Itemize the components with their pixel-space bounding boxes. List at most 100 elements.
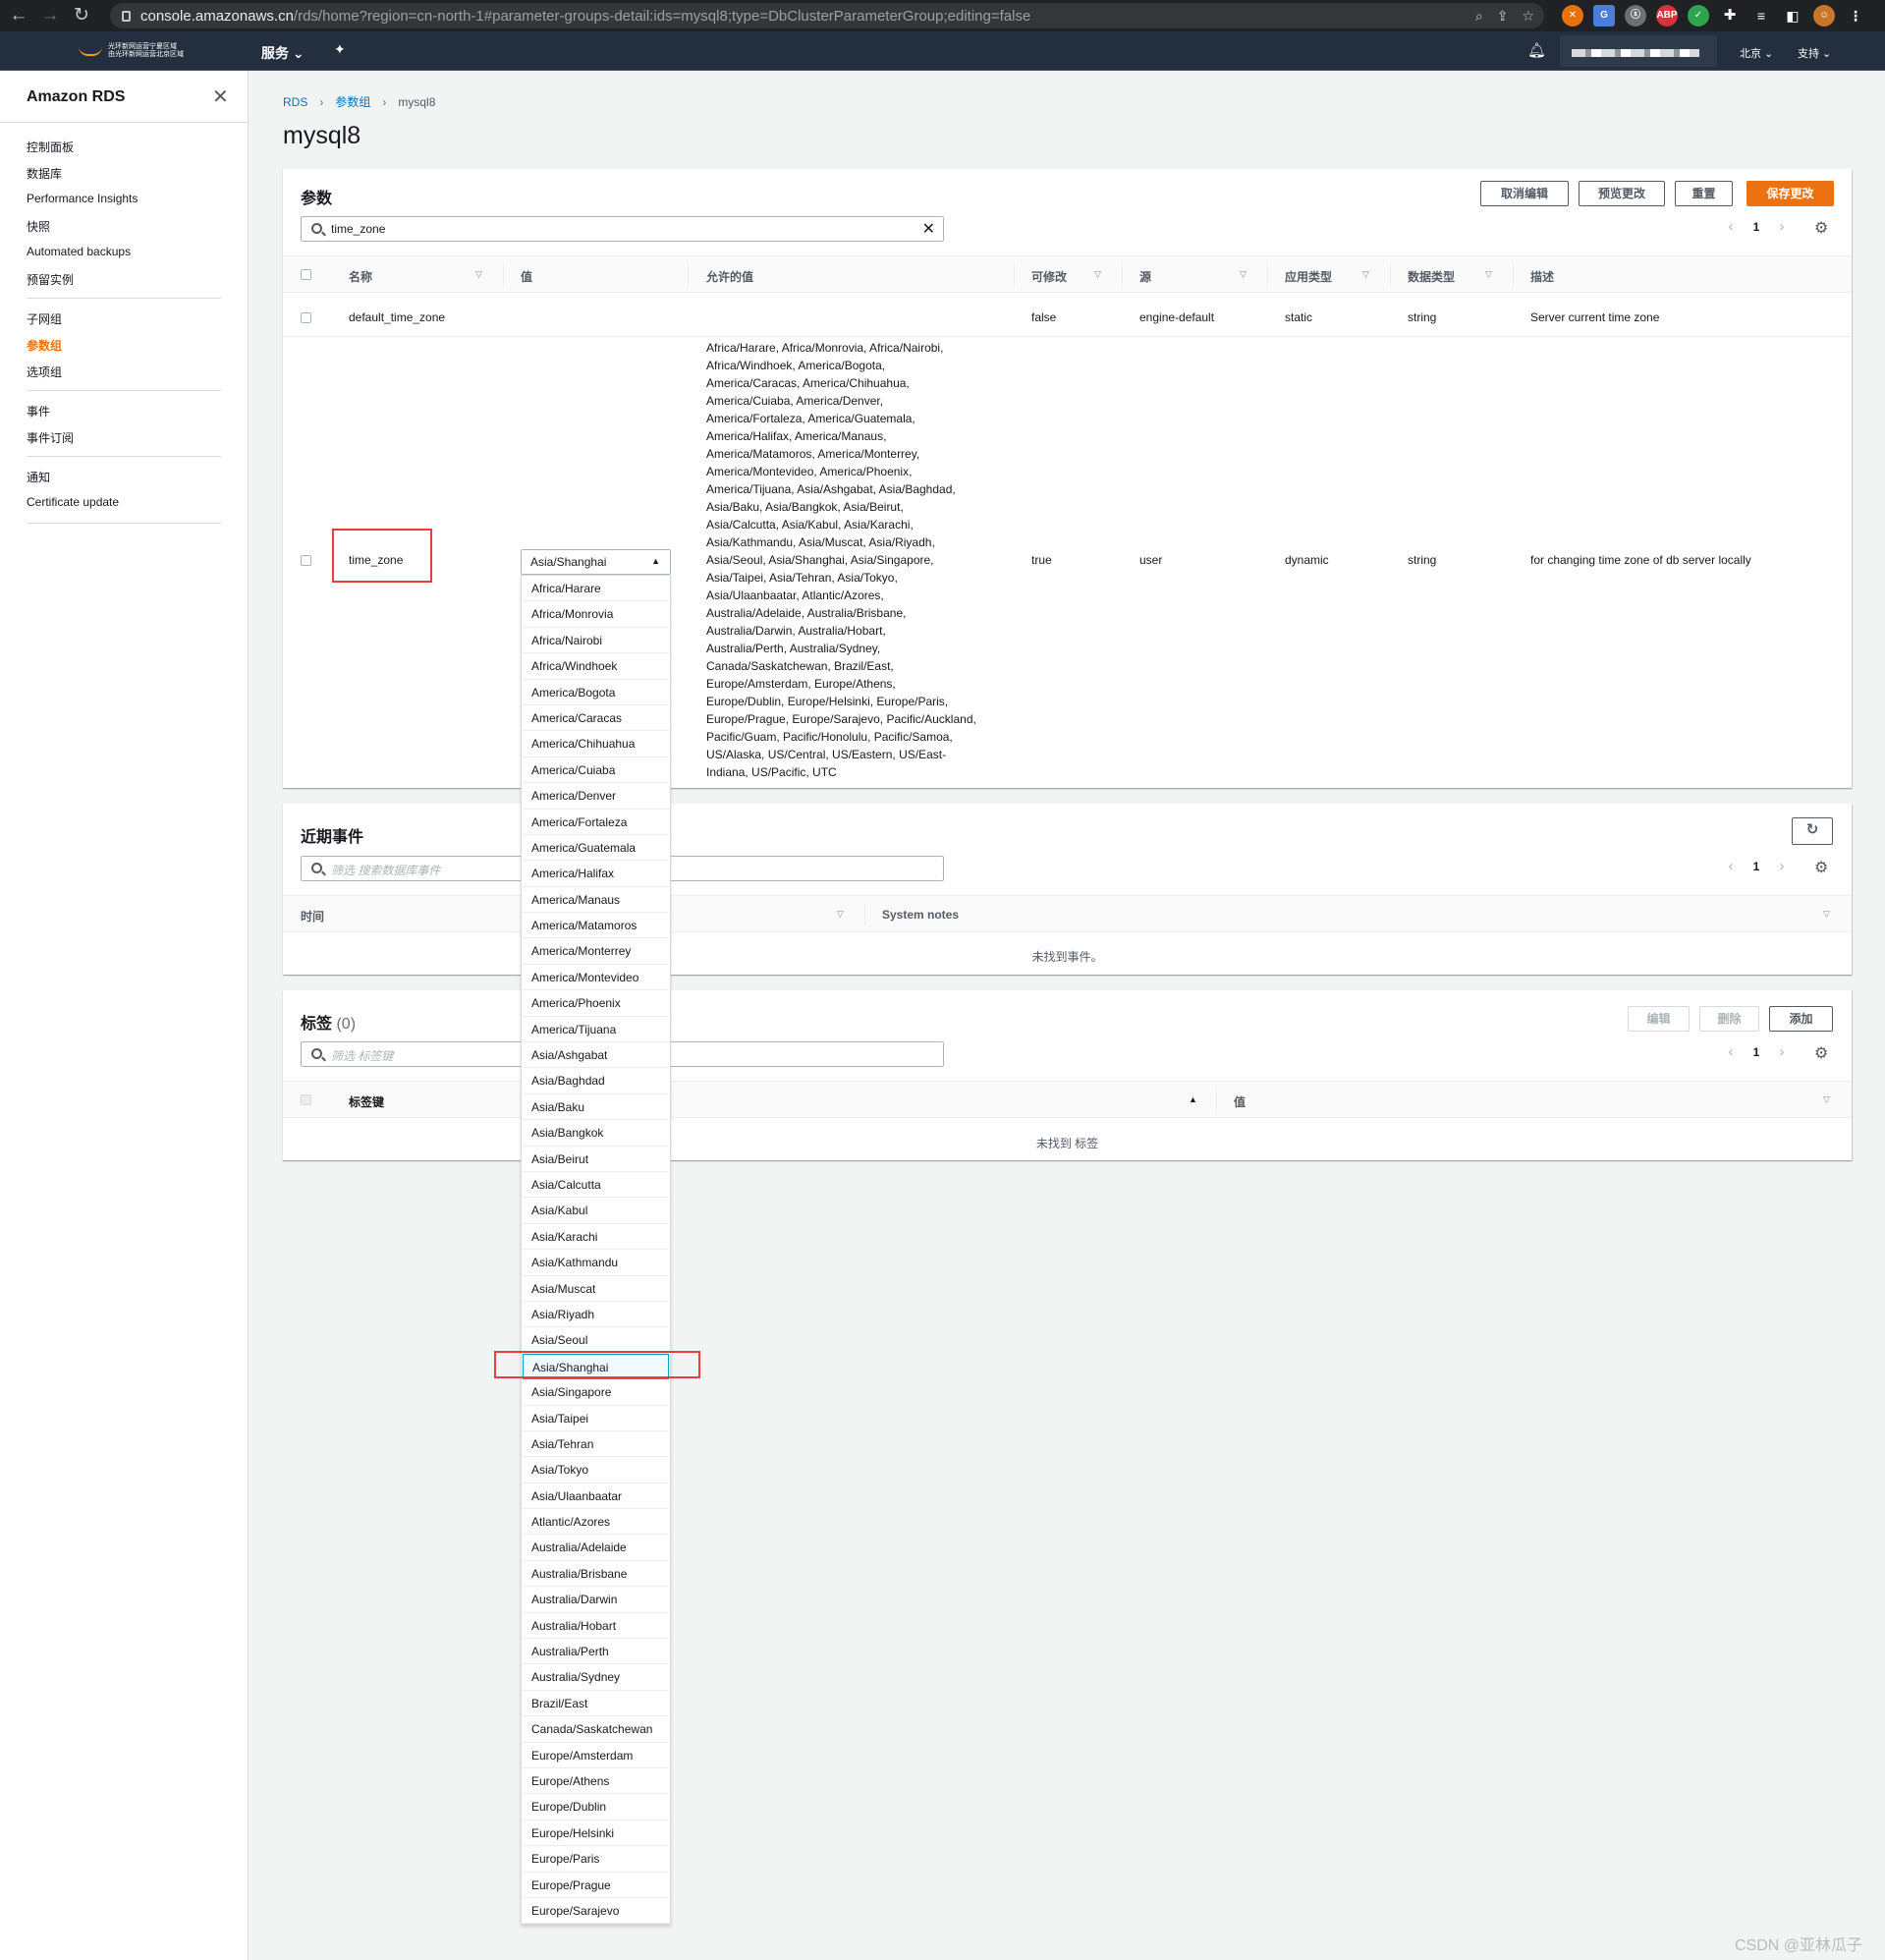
dropdown-option[interactable]: Asia/Baghdad xyxy=(523,1068,669,1094)
clear-icon[interactable]: ✕ xyxy=(922,219,935,239)
back-icon[interactable]: ← xyxy=(6,3,31,28)
delete-tags-button[interactable]: 删除 xyxy=(1699,1006,1759,1032)
breadcrumb-parameter-groups[interactable]: 参数组 xyxy=(335,93,370,110)
dropdown-option[interactable]: Asia/Tehran xyxy=(523,1431,669,1458)
column-tag-value[interactable]: 值 xyxy=(1234,1093,1246,1110)
sidebar-item-event-subscriptions[interactable]: 事件订阅 xyxy=(27,429,74,446)
dropdown-option[interactable]: America/Guatemala xyxy=(523,835,669,862)
sidebar-item-automated-backups[interactable]: Automated backups xyxy=(27,245,131,258)
extension-icon[interactable]: ✕ xyxy=(1562,5,1583,27)
forward-icon[interactable]: → xyxy=(37,3,63,28)
chevron-left-icon[interactable]: ‹ xyxy=(1718,1043,1744,1060)
column-tag-key[interactable]: 标签键 xyxy=(349,1093,384,1110)
dropdown-option[interactable]: Asia/Taipei xyxy=(523,1406,669,1431)
adblock-icon[interactable]: ABP xyxy=(1656,5,1678,27)
dropdown-option[interactable]: Australia/Brisbane xyxy=(523,1561,669,1588)
dropdown-option[interactable]: Africa/Monrovia xyxy=(523,601,669,628)
dropdown-option[interactable]: America/Manaus xyxy=(523,887,669,914)
dropdown-option[interactable]: Australia/Sydney xyxy=(523,1664,669,1691)
save-changes-button[interactable]: 保存更改 xyxy=(1746,181,1834,206)
dropdown-option[interactable]: America/Halifax xyxy=(523,861,669,887)
translate-icon[interactable]: G xyxy=(1593,5,1615,27)
dropdown-option[interactable]: America/Montevideo xyxy=(523,965,669,991)
dropdown-option[interactable]: Africa/Harare xyxy=(523,576,669,602)
parameter-search-input[interactable]: time_zone ✕ xyxy=(301,216,944,242)
column-apply-type[interactable]: 应用类型 xyxy=(1285,268,1332,285)
column-name[interactable]: 名称 xyxy=(349,268,372,285)
add-tags-button[interactable]: 添加 xyxy=(1769,1006,1833,1032)
aws-logo[interactable]: 光环新网运营宁夏区域 由光环新网运营北京区域 xyxy=(79,43,184,59)
dropdown-option[interactable]: America/Denver xyxy=(523,783,669,810)
dropdown-option[interactable]: Brazil/East xyxy=(523,1691,669,1717)
region-menu[interactable]: 北京 ⌄ xyxy=(1740,45,1773,61)
sidebar-item-notifications[interactable]: 通知 xyxy=(27,469,50,485)
dropdown-option[interactable]: Atlantic/Azores xyxy=(523,1509,669,1536)
extension-icon[interactable]: ⓢ xyxy=(1625,5,1646,27)
row-checkbox[interactable] xyxy=(301,555,311,566)
dropdown-option[interactable]: Australia/Darwin xyxy=(523,1587,669,1613)
column-time[interactable]: 时间 xyxy=(301,908,324,924)
refresh-button[interactable]: ↻ xyxy=(1792,817,1833,845)
breadcrumb-rds[interactable]: RDS xyxy=(283,95,307,109)
column-data-type[interactable]: 数据类型 xyxy=(1408,268,1455,285)
cancel-edit-button[interactable]: 取消编辑 xyxy=(1480,181,1569,206)
chevron-right-icon[interactable]: › xyxy=(1769,858,1795,874)
dropdown-option[interactable]: Asia/Kabul xyxy=(523,1198,669,1224)
sidepanel-icon[interactable]: ◧ xyxy=(1782,5,1803,27)
chevron-left-icon[interactable]: ‹ xyxy=(1718,858,1744,874)
dropdown-option[interactable]: Australia/Hobart xyxy=(523,1613,669,1640)
dropdown-option[interactable]: Europe/Paris xyxy=(523,1846,669,1873)
gear-icon[interactable]: ⚙ xyxy=(1814,858,1828,877)
select-all-checkbox[interactable] xyxy=(301,269,311,280)
sidebar-item-certificate-update[interactable]: Certificate update xyxy=(27,495,119,509)
dropdown-option[interactable]: Europe/Helsinki xyxy=(523,1820,669,1847)
sidebar-item-snapshots[interactable]: 快照 xyxy=(27,218,50,235)
dropdown-option[interactable]: Asia/Ashgabat xyxy=(523,1042,669,1069)
dropdown-option[interactable]: Asia/Karachi xyxy=(523,1224,669,1251)
sidebar-item-parameter-groups[interactable]: 参数组 xyxy=(27,337,62,354)
dropdown-option[interactable]: Asia/Ulaanbaatar xyxy=(523,1484,669,1510)
dropdown-option[interactable]: Africa/Windhoek xyxy=(523,653,669,680)
bell-icon[interactable]: 🔔︎ xyxy=(1527,41,1546,59)
dropdown-option[interactable]: America/Matamoros xyxy=(523,913,669,939)
dropdown-option[interactable]: Australia/Adelaide xyxy=(523,1535,669,1561)
reading-list-icon[interactable]: ≡ xyxy=(1750,5,1772,27)
sidebar-item-subnet-groups[interactable]: 子网组 xyxy=(27,310,62,327)
dropdown-option[interactable]: America/Caracas xyxy=(523,705,669,732)
zoom-icon[interactable]: ⌕ xyxy=(1475,8,1483,25)
column-system-notes[interactable]: System notes xyxy=(882,908,959,922)
chevron-left-icon[interactable]: ‹ xyxy=(1718,218,1744,235)
preview-changes-button[interactable]: 预览更改 xyxy=(1579,181,1665,206)
avatar[interactable]: ☺ xyxy=(1813,5,1835,27)
sort-down-icon[interactable]: ▽ xyxy=(1240,269,1247,280)
support-menu[interactable]: 支持 ⌄ xyxy=(1798,45,1831,61)
dropdown-option[interactable]: Europe/Sarajevo xyxy=(523,1898,669,1925)
services-menu[interactable]: 服务 ⌄ xyxy=(261,43,305,63)
sort-down-icon[interactable]: ▽ xyxy=(837,909,844,920)
dropdown-option[interactable]: Asia/Riyadh xyxy=(523,1302,669,1328)
dropdown-option[interactable]: America/Chihuahua xyxy=(523,731,669,757)
sidebar-item-option-groups[interactable]: 选项组 xyxy=(27,364,62,380)
sidebar-item-performance-insights[interactable]: Performance Insights xyxy=(27,192,138,205)
gear-icon[interactable]: ⚙ xyxy=(1814,218,1828,238)
edit-tags-button[interactable]: 编辑 xyxy=(1628,1006,1690,1032)
dropdown-option[interactable]: Asia/Muscat xyxy=(523,1276,669,1302)
share-icon[interactable]: ⇪ xyxy=(1497,8,1509,25)
sort-down-icon[interactable]: ▽ xyxy=(1362,269,1369,280)
dropdown-option[interactable]: Asia/Baku xyxy=(523,1094,669,1121)
menu-icon[interactable]: ⋮ xyxy=(1845,5,1866,27)
dropdown-option[interactable]: Australia/Perth xyxy=(523,1639,669,1665)
dropdown-option[interactable]: America/Cuiaba xyxy=(523,757,669,784)
dropdown-option[interactable]: America/Phoenix xyxy=(523,990,669,1017)
sidebar-item-dashboard[interactable]: 控制面板 xyxy=(27,139,74,155)
dropdown-option[interactable]: Asia/Kathmandu xyxy=(523,1250,669,1276)
star-icon[interactable]: ☆ xyxy=(1522,8,1534,25)
reset-button[interactable]: 重置 xyxy=(1675,181,1733,206)
dropdown-option[interactable]: Asia/Calcutta xyxy=(523,1172,669,1199)
dropdown-option[interactable]: Asia/Beirut xyxy=(523,1147,669,1172)
sort-down-icon[interactable]: ▽ xyxy=(1823,909,1830,920)
dropdown-option[interactable]: Europe/Dublin xyxy=(523,1794,669,1820)
dropdown-option[interactable]: Asia/Singapore xyxy=(523,1379,669,1406)
dropdown-option[interactable]: Asia/Tokyo xyxy=(523,1457,669,1484)
sort-down-icon[interactable]: ▽ xyxy=(1823,1094,1830,1105)
